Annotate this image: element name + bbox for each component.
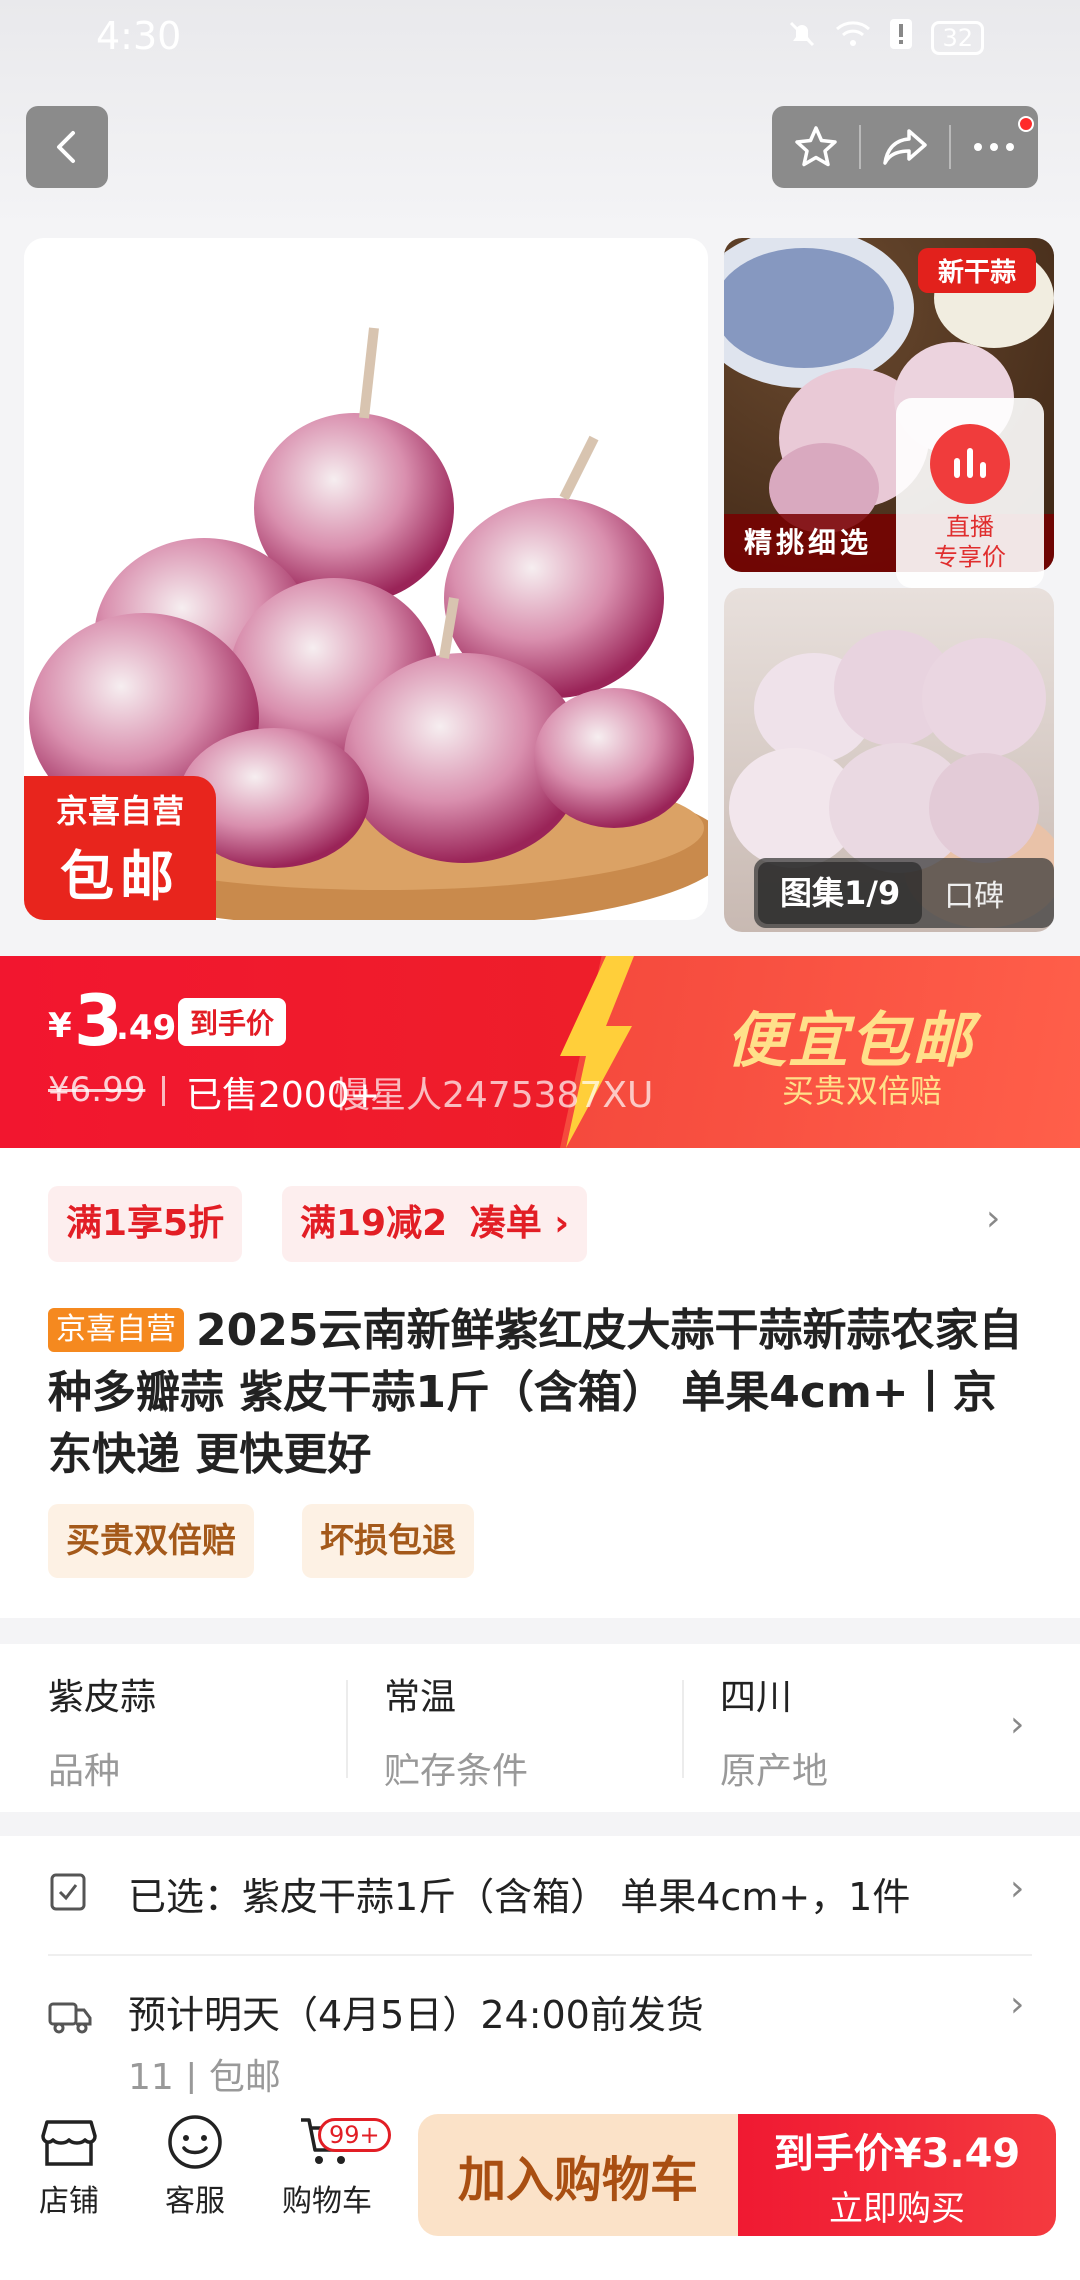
self-operated-badge: 京喜自营 包邮: [24, 776, 216, 920]
reviews-tab[interactable]: 口碑: [922, 871, 1004, 915]
checklist-icon: [50, 1873, 86, 1911]
buy-label: 立即购买: [829, 2188, 965, 2229]
promo-discount[interactable]: 满1享5折: [48, 1186, 243, 1262]
badge-line1: 京喜自营: [55, 791, 184, 830]
price-currency: ¥: [48, 1006, 72, 1046]
shipping-row[interactable]: 预计明天（4月5日）24:00前发货 11 | 包邮 ›: [48, 1984, 1038, 2104]
gallery-counter[interactable]: 图集1/9: [758, 862, 923, 924]
specs-chevron-icon[interactable]: ›: [1010, 1704, 1024, 1745]
price-decimal: .49: [116, 1008, 177, 1048]
add-to-cart-button[interactable]: 加入购物车: [418, 2114, 738, 2236]
alert-icon: [889, 18, 913, 58]
sold-count: 已售2000+ 慢星人2475387XU: [186, 1066, 653, 1118]
divider: [162, 1076, 165, 1106]
customer-service-button[interactable]: 客服: [140, 2114, 250, 2220]
divider: [48, 1954, 1032, 1956]
combine-order-link[interactable]: 凑单 ›: [470, 1203, 569, 1244]
self-operated-tag: 京喜自营: [48, 1308, 184, 1352]
selected-row[interactable]: 已选：紫皮干蒜1斤（含箱） 单果4cm+，1件 ›: [48, 1862, 1038, 1924]
buy-price: 到手价¥3.49: [773, 2130, 1021, 2177]
promo-coupon-label: 满19减2: [300, 1203, 448, 1244]
product-title-text: 2025云南新鲜紫红皮大蒜干蒜新蒜农家自种多瓣蒜 紫皮干蒜1斤（含箱） 单果4c…: [48, 1305, 1023, 1480]
cart-label: 购物车: [282, 2184, 372, 2219]
live-stream-button[interactable]: 直播 专享价: [896, 398, 1044, 588]
more-button[interactable]: [951, 106, 1038, 188]
specs-card[interactable]: [0, 1644, 1080, 1812]
new-tag: 新干蒜: [917, 248, 1036, 293]
lightning-icon: [560, 956, 634, 1148]
shipping-chevron-icon: ›: [1010, 1984, 1025, 2025]
spec-value: 四川: [720, 1677, 793, 1718]
product-title: 京喜自营 2025云南新鲜紫红皮大蒜干蒜新蒜农家自种多瓣蒜 紫皮干蒜1斤（含箱） …: [48, 1300, 1038, 1486]
shop-label: 店铺: [39, 2184, 99, 2219]
mute-icon: [787, 19, 817, 57]
live-label: 直播: [946, 513, 994, 541]
promo-coupon[interactable]: 满19减2 凑单 ›: [282, 1186, 588, 1262]
spec-key: 原产地: [720, 1751, 829, 1792]
smiley-icon: [168, 2115, 222, 2169]
star-icon: [794, 126, 837, 167]
spec-key: 贮存条件: [384, 1751, 529, 1792]
top-actions: [772, 106, 1038, 188]
shop-icon: [41, 2120, 97, 2166]
battery-indicator: 32: [931, 21, 984, 55]
more-icon: [974, 143, 1015, 151]
badge-line2: 包邮: [60, 844, 180, 908]
user-overlay: 慢星人2475387XU: [334, 1075, 654, 1116]
spec-storage: 常温 贮存条件: [384, 1668, 528, 1794]
selected-text: 已选：紫皮干蒜1斤（含箱） 单果4cm+，1件: [128, 1875, 911, 1919]
spec-key: 品种: [48, 1751, 121, 1792]
banner-subtitle: 买贵双倍赔: [782, 1072, 943, 1110]
share-button[interactable]: [861, 106, 948, 188]
shipping-text: 预计明天（4月5日）24:00前发货: [128, 1993, 704, 2037]
chevron-left-icon: [57, 131, 75, 163]
gallery-bar: 图集1/9 口碑: [754, 858, 1054, 928]
live-icon: [930, 424, 1010, 504]
original-price: ¥6.99: [48, 1070, 146, 1110]
divider: [682, 1680, 684, 1778]
divider: [346, 1680, 348, 1778]
shop-button[interactable]: 店铺: [14, 2114, 124, 2220]
wifi-icon: [835, 19, 871, 57]
favorite-button[interactable]: [772, 106, 859, 188]
buy-now-button[interactable]: 到手价¥3.49 立即购买: [738, 2114, 1056, 2236]
live-sub: 专享价: [934, 543, 1006, 571]
selected-chevron-icon: ›: [1010, 1868, 1025, 1909]
notification-dot: [1017, 116, 1034, 132]
share-icon: [883, 129, 927, 165]
spec-value: 常温: [384, 1677, 457, 1718]
cart-count-badge: 99+: [318, 2118, 391, 2152]
back-button[interactable]: [26, 106, 108, 188]
service-tag[interactable]: 买贵双倍赔: [48, 1504, 254, 1578]
promo-more-icon[interactable]: ›: [986, 1198, 1000, 1239]
service-tag[interactable]: 坏损包退: [302, 1504, 474, 1578]
truck-icon: [48, 2002, 92, 2034]
spec-origin: 四川 原产地: [720, 1668, 828, 1794]
status-time: 4:30: [96, 14, 182, 58]
service-label: 客服: [165, 2184, 225, 2219]
final-price-tag: 到手价: [178, 998, 287, 1046]
spec-variety: 紫皮蒜 品种: [48, 1668, 156, 1794]
status-icons: 32: [787, 18, 984, 58]
shipping-subtext: 11 | 包邮: [128, 2057, 281, 2098]
spec-value: 紫皮蒜: [48, 1677, 157, 1718]
